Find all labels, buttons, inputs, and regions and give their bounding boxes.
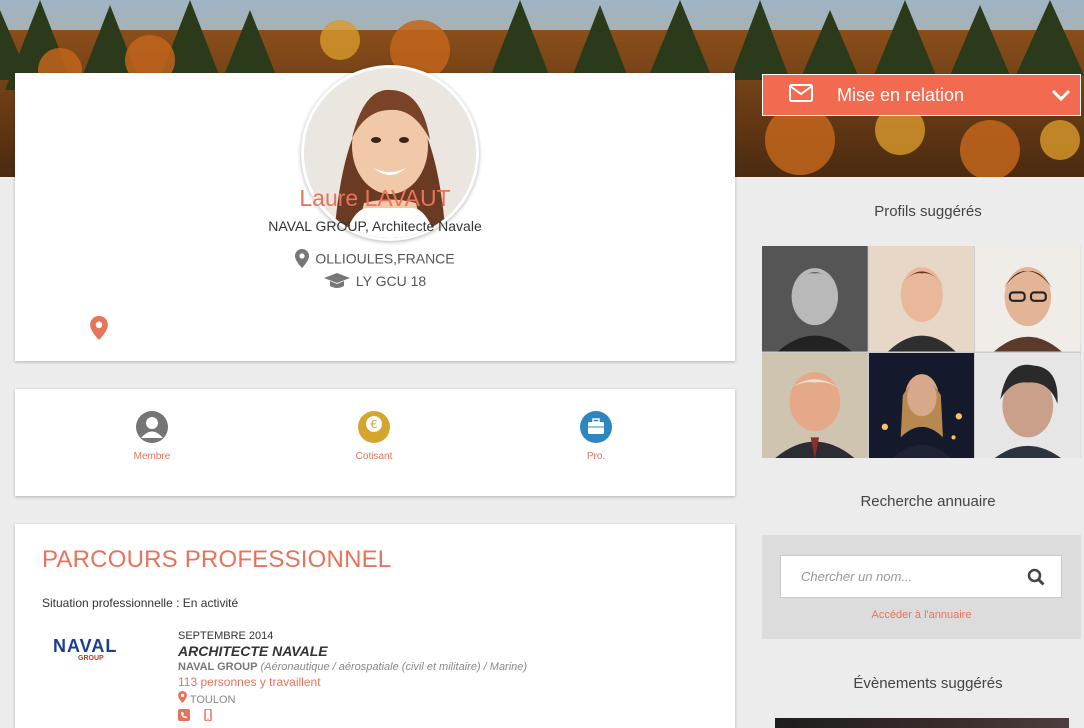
directory-search-field [780,555,1062,598]
suggested-profile-thumb[interactable] [868,246,975,352]
status-label: Cotisant [355,451,393,462]
profile-card: Laure LAVAUT NAVAL GROUP, Architecte Nav… [15,65,735,361]
profile-avatar [301,65,479,241]
suggested-profiles-grid [762,246,1081,458]
profile-name: Laure LAVAUT [299,185,451,211]
chevron-down-icon[interactable] [1051,85,1071,110]
suggested-events-heading: Évènements suggérés [853,675,1003,692]
euro-icon: € [358,411,390,443]
suggested-profile-thumb[interactable] [975,352,1081,458]
location-pin-icon [295,249,310,271]
svg-text:€: € [371,418,378,431]
employment-situation: Situation professionnelle : En activité [42,596,239,610]
directory-search-panel: Accéder à l'annuaire [762,535,1081,639]
contact-request-button[interactable]: Mise en relation [762,74,1081,116]
company-sector: (Aéronautique / aérospatiale (civil et m… [260,661,528,673]
company-employees-link[interactable]: 113 personnes y travaillent [178,675,678,689]
suggested-profile-thumb[interactable] [868,352,975,458]
profile-education: LY GCU 18 [15,273,735,292]
suggested-profile-thumb[interactable] [762,352,868,458]
profile-location: OLLIOULES,FRANCE [15,249,735,271]
status-label: Pro. [586,451,606,462]
job-title[interactable]: ARCHITECTE NAVALE [178,643,678,659]
profile-subtitle: NAVAL GROUP, Architecte Navale [268,218,482,234]
directory-link[interactable]: Accéder à l'annuaire [762,609,1081,621]
status-pro: Pro. [556,411,636,462]
user-icon [136,411,168,443]
contact-request-label: Mise en relation [837,84,965,105]
mobile-icon[interactable] [202,708,214,722]
job-entry: SEPTEMBRE 2014 ARCHITECTE NAVALE NAVAL G… [178,630,678,726]
graduation-cap-icon [323,273,350,292]
company-name[interactable]: NAVAL GROUP [178,661,257,673]
job-city: TOULON [178,691,678,706]
status-label: Membre [133,451,171,462]
suggested-profile-thumb[interactable] [975,246,1081,352]
directory-search-input[interactable] [781,556,1011,597]
location-pin-icon [178,691,187,703]
directory-search-heading: Recherche annuaire [860,493,996,510]
briefcase-icon [580,411,612,443]
education-text: LY GCU 18 [355,273,427,290]
status-member: Membre [112,411,192,462]
membership-status-card: Membre € Cotisant Pro. [15,389,735,496]
section-title: PARCOURS PROFESSIONNEL [42,546,392,573]
phone-icon[interactable] [178,709,190,721]
envelope-icon [789,83,813,107]
career-card: PARCOURS PROFESSIONNEL Situation profess… [15,524,735,728]
company-logo[interactable]: NAVAL GROUP [53,636,133,662]
suggested-profiles-heading: Profils suggérés [874,203,982,220]
suggested-profile-thumb[interactable] [762,246,868,352]
job-company: NAVAL GROUP (Aéronautique / aérospatiale… [178,661,678,673]
map-pin-icon[interactable] [90,316,108,345]
suggested-event-image[interactable] [775,718,1069,728]
location-text: OLLIOULES,FRANCE [315,250,455,267]
job-date: SEPTEMBRE 2014 [178,630,274,642]
search-icon[interactable] [1027,568,1045,591]
job-contact-icons [178,708,678,726]
status-contributor: € Cotisant [334,411,414,462]
